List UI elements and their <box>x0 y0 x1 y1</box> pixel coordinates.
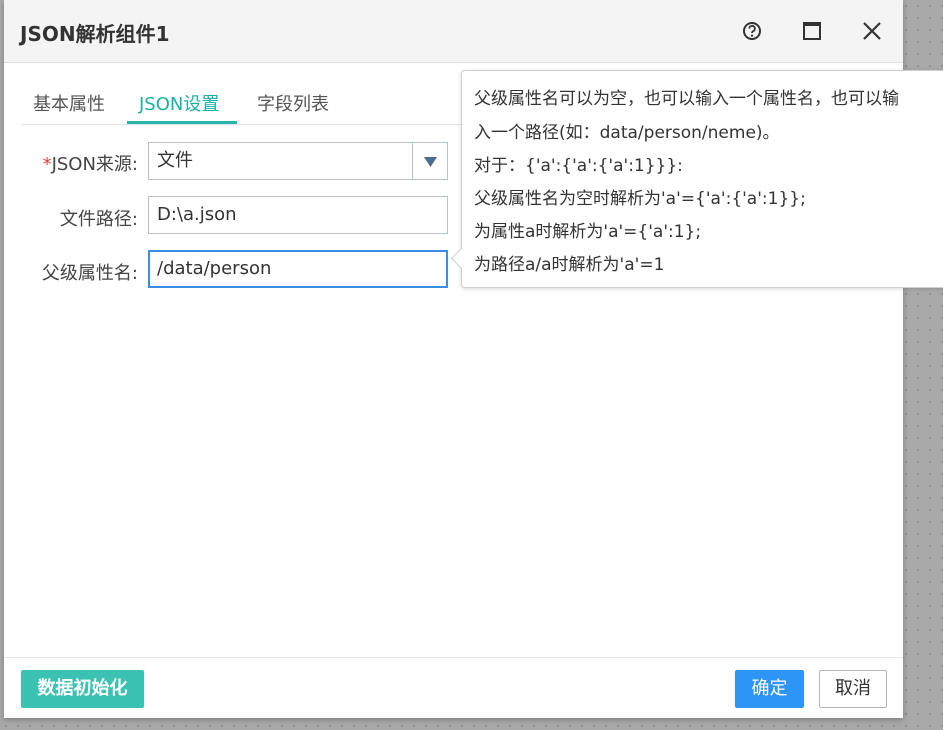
data-init-button[interactable]: 数据初始化 <box>21 670 144 708</box>
parent-attribute-value: /data/person <box>157 258 272 279</box>
file-path-input[interactable]: D:\a.json <box>148 196 448 234</box>
dialog-titlebar: JSON解析组件1 <box>4 0 903 63</box>
tooltip-line: 父级属性名可以为空，也可以输入一个属性名，也可以输 <box>474 89 899 109</box>
tooltip-line: 为属性a时解析为'a'={'a':1}; <box>474 222 702 242</box>
json-source-label: *JSON来源: <box>14 150 138 176</box>
tab-json-settings[interactable]: JSON设置 <box>139 90 219 116</box>
help-circle-icon[interactable] <box>741 20 763 42</box>
tooltip-line: 对于：{'a':{'a':{'a':1}}}: <box>474 156 683 176</box>
tab-divider <box>21 124 461 125</box>
json-source-value: 文件 <box>157 150 193 171</box>
parent-attribute-tooltip: 父级属性名可以为空，也可以输入一个属性名，也可以输 入一个路径(如：data/p… <box>450 70 943 288</box>
maximize-icon[interactable] <box>801 20 823 42</box>
parent-attribute-input[interactable]: /data/person <box>148 250 448 288</box>
tab-basic-properties[interactable]: 基本属性 <box>33 90 105 116</box>
json-source-select[interactable]: 文件 <box>148 142 448 180</box>
close-icon[interactable] <box>861 20 883 42</box>
tab-field-list[interactable]: 字段列表 <box>257 90 329 116</box>
parent-attribute-label: 父级属性名: <box>41 263 138 284</box>
tooltip-line: 父级属性名为空时解析为'a'={'a':{'a':1}}; <box>474 189 806 209</box>
tooltip-line: 为路径a/a时解析为'a'=1 <box>474 255 665 275</box>
cancel-button[interactable]: 取消 <box>819 670 887 708</box>
file-path-value: D:\a.json <box>157 204 237 225</box>
json-source-label-text: JSON来源: <box>51 154 138 175</box>
dialog-title: JSON解析组件1 <box>20 22 170 46</box>
dropdown-arrow-icon[interactable] <box>412 143 447 179</box>
confirm-button[interactable]: 确定 <box>735 670 804 708</box>
tab-bar: 基本属性 JSON设置 字段列表 <box>21 75 441 125</box>
required-mark: * <box>42 154 52 175</box>
footer-divider <box>4 657 903 658</box>
tooltip-line: 入一个路径(如：data/person/neme)。 <box>474 123 780 143</box>
file-path-label: 文件路径: <box>59 209 138 230</box>
